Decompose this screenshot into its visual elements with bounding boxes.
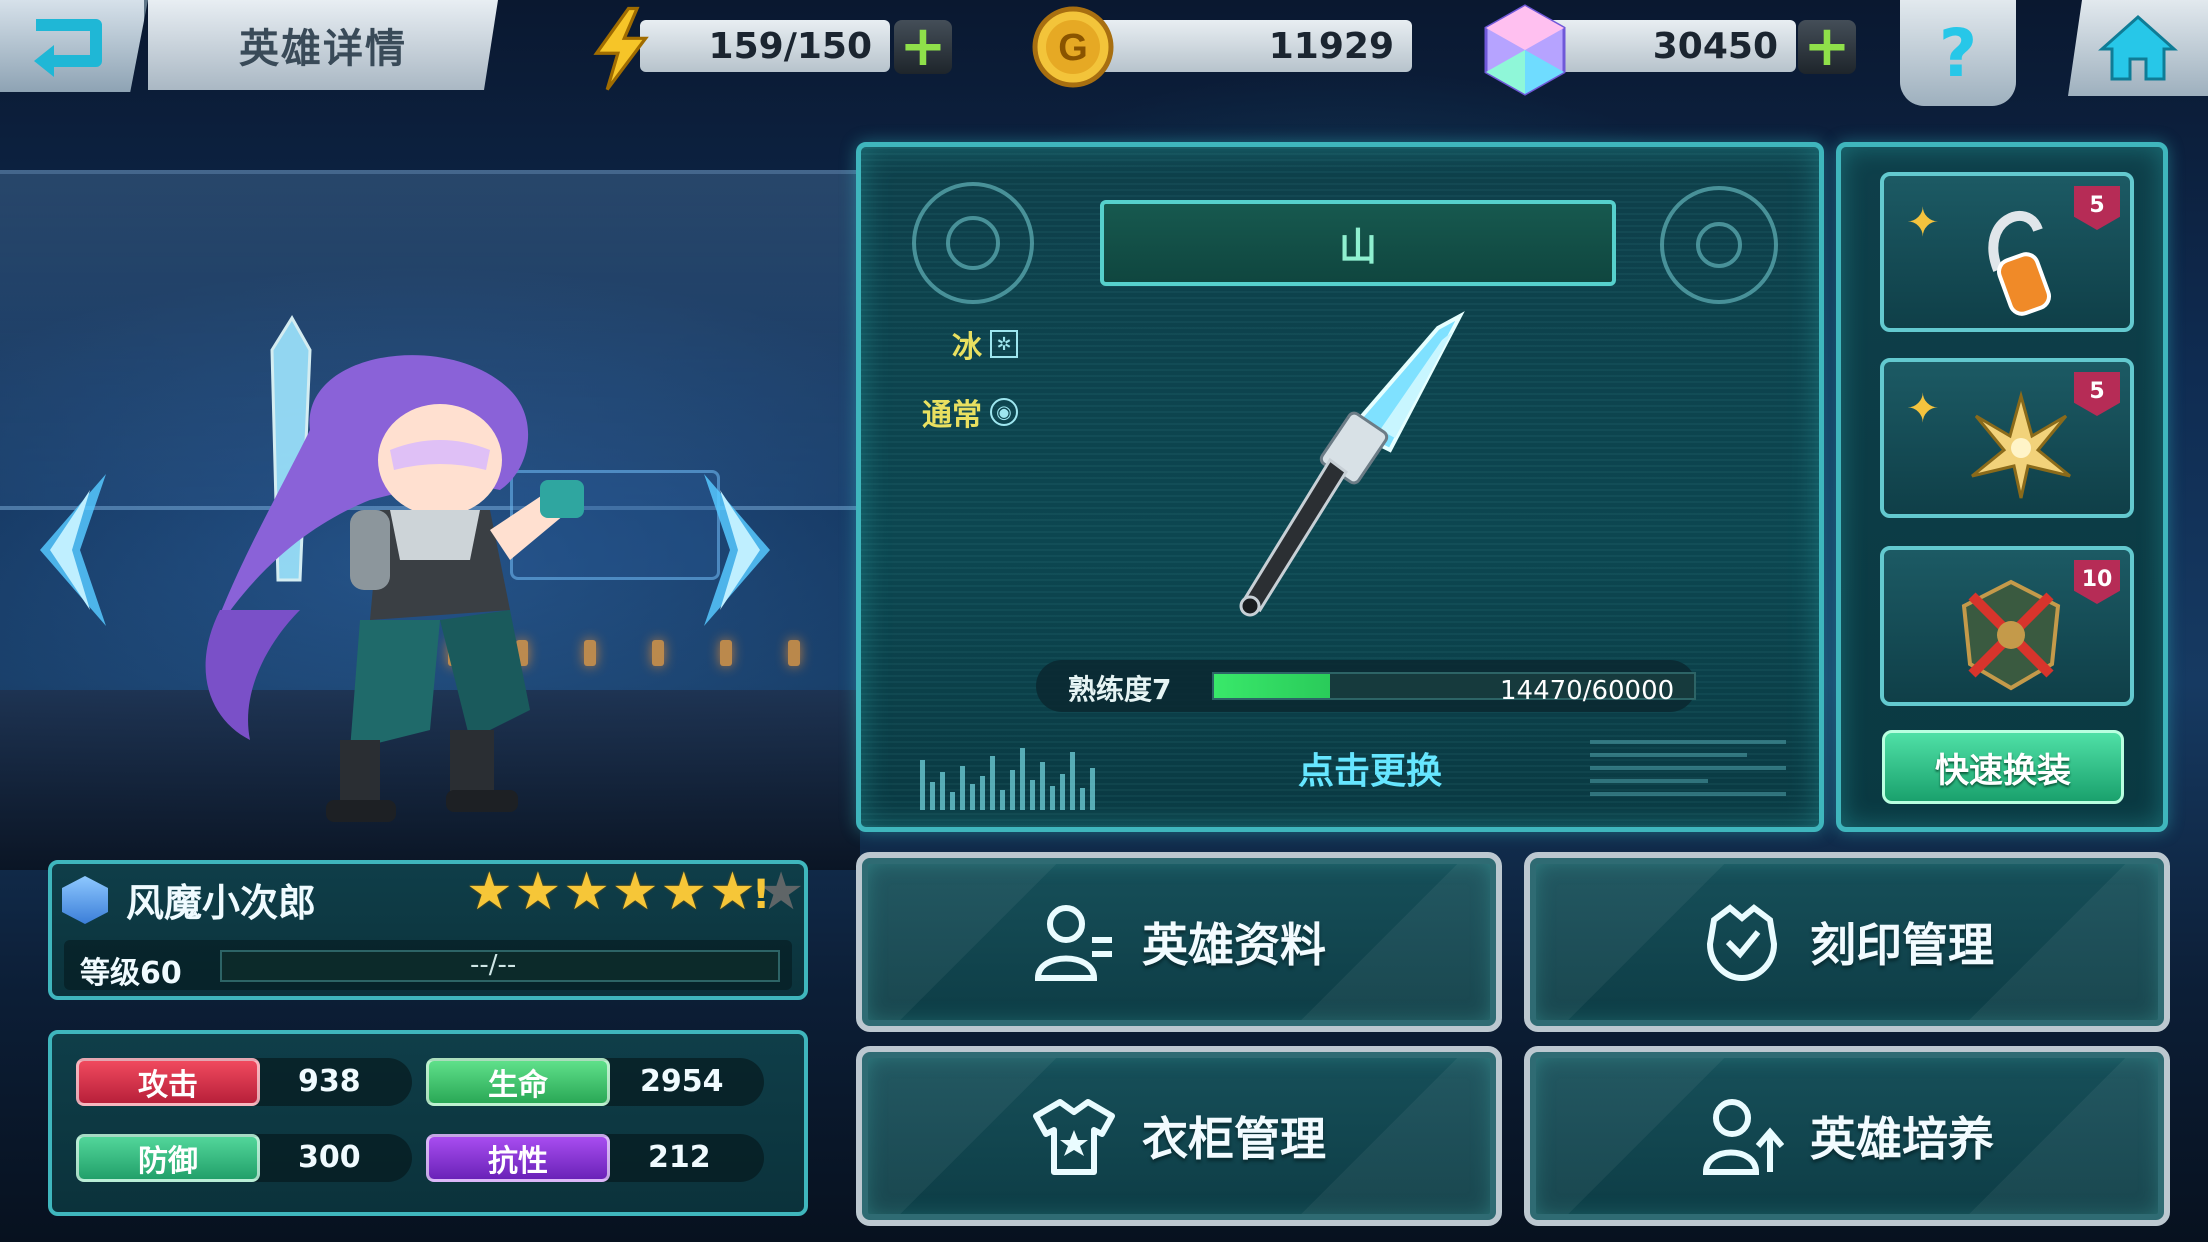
equipment-level-badge: 5 [2074,186,2120,230]
svg-text:G: G [1058,27,1088,69]
mastery-value: 14470/60000 [1500,676,1675,706]
gem-value: 30450 [1652,25,1778,67]
star-filled-icon: ★ [660,862,708,922]
defense-label: 防御 [76,1134,260,1182]
ice-element-icon: ✲ [990,330,1018,358]
mastery-bar: 熟练度7 14470/60000 [1036,660,1696,712]
change-weapon-button[interactable]: 点击更换 [1240,742,1500,796]
help-button[interactable]: ? [1900,0,2016,106]
gem-counter: 30450 [1534,20,1796,72]
gold-value: 11929 [1268,25,1394,67]
equipment-slot-3[interactable]: 10 [1880,546,2134,706]
element-tag: 冰 ✲ [952,322,1018,366]
person-icon [1034,905,1112,981]
hero-profile-button[interactable]: 英雄资料 [856,852,1502,1032]
wardrobe-management-button[interactable]: 衣柜管理 [856,1046,1502,1226]
attack-label: 攻击 [76,1058,260,1106]
hero-training-button[interactable]: 英雄培养 [1524,1046,2170,1226]
page-title: 英雄详情 [148,0,498,90]
attack-type-label: 通常 [922,398,982,433]
home-button[interactable] [2068,0,2208,96]
back-arrow-icon [34,19,102,77]
hero-profile-label: 英雄资料 [1142,918,1326,972]
element-label: 冰 [952,330,982,365]
lightning-icon [580,6,660,92]
crossed-shield-icon [1961,579,2061,691]
hero-level: 等级60 [80,956,182,991]
attack-value: 938 [298,1064,361,1099]
hero-character-art [205,315,584,822]
star-rank-icon: ✦ [1906,200,1940,246]
experience-text: --/-- [470,950,517,980]
star-rank-icon: ✦ [1906,386,1940,432]
home-icon [2098,14,2178,81]
equipment-level-badge: 5 [2074,372,2120,416]
equipment-level-badge: 10 [2074,560,2120,604]
resist-value: 212 [648,1140,711,1175]
mastery-fill [1214,674,1330,698]
resist-label: 抗性 [426,1134,610,1182]
defense-value: 300 [298,1140,361,1175]
ice-blade-weapon-image[interactable] [1220,310,1480,620]
star-filled-icon: ★ [709,862,756,922]
hp-label: 生命 [426,1058,610,1106]
star-filled-icon: ★ [466,862,513,922]
add-gems-button[interactable]: + [1798,19,1856,75]
stamina-value: 159/150 [708,25,872,67]
equalizer-decoration [920,740,1100,810]
hero-name: 风魔小次郎 [126,881,317,925]
quick-swap-button[interactable]: 快速换装 [1882,730,2124,804]
golden-wings-icon [1971,390,2071,499]
hp-value: 2954 [640,1064,724,1099]
next-hero-arrow[interactable] [700,470,790,630]
back-button[interactable] [0,0,148,92]
mastery-track: 14470/60000 [1212,672,1696,706]
imprint-management-label: 刻印管理 [1810,918,1994,972]
lines-decoration [1590,740,1786,810]
gold-coin-icon: G [1030,4,1116,90]
attack-type-tag: 通常 ◉ [922,390,1018,434]
wardrobe-management-label: 衣柜管理 [1142,1112,1326,1166]
previous-hero-arrow[interactable] [20,470,110,630]
star-filled-icon: ★ [563,862,610,922]
alert-icon[interactable]: ! [752,872,770,918]
stamina-counter: 159/150 [640,20,890,72]
top-bar: 英雄详情 159/150 + 11929 G 30450 + ? [0,0,2208,106]
target-icon: ◉ [990,398,1018,426]
add-stamina-button[interactable]: + [894,19,952,75]
equipment-slot-1[interactable]: ✦ 5 [1880,172,2134,332]
imprint-management-button[interactable]: 刻印管理 [1524,852,2170,1032]
crystal-icon [1480,2,1570,98]
star-filled-icon: ★ [611,862,659,922]
gold-counter: 11929 [1080,20,1412,72]
shirt-icon [1033,1099,1115,1175]
question-icon: ? [1938,14,1978,92]
star-filled-icon: ★ [514,862,562,922]
mastery-level: 熟练度7 [1068,673,1172,706]
imprint-icon [1706,904,1778,982]
reticle-decoration-left-inner [946,216,1000,270]
weapon-name: 山 [1338,224,1377,269]
weapon-name-plate: 山 [1100,200,1616,286]
person-upgrade-icon [1702,1099,1784,1175]
reticle-decoration-right-inner [1696,222,1742,268]
earpiece-icon [1988,210,2051,316]
equipment-slot-2[interactable]: ✦ 5 [1880,358,2134,518]
hero-training-label: 英雄培养 [1810,1112,1994,1166]
